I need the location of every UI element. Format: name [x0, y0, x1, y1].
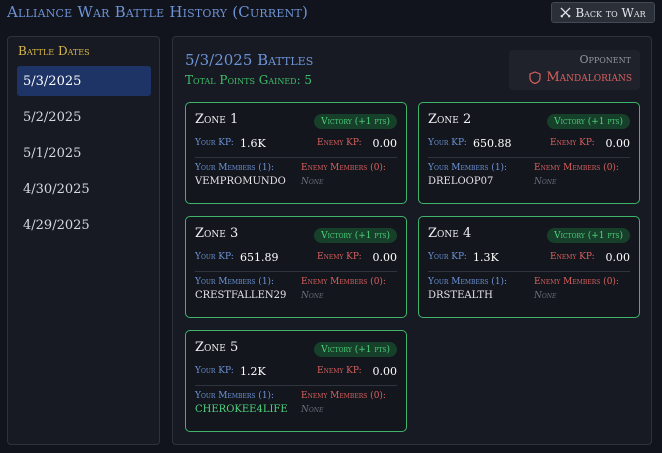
enemy-none: None	[301, 177, 324, 187]
zone-card: Zone 2 Victory (+1 pts) Your KP: 650.88 …	[418, 102, 640, 204]
victory-badge: Victory (+1 pts)	[314, 114, 397, 129]
enemy-kp-value: 0.00	[372, 251, 398, 264]
your-kp-label: Your KP:	[195, 138, 234, 148]
enemy-kp-value: 0.00	[605, 137, 631, 150]
zone-card: Zone 4 Victory (+1 pts) Your KP: 1.3K En…	[418, 216, 640, 318]
opponent-label: Opponent	[579, 53, 631, 66]
your-kp-value: 1.2K	[240, 365, 266, 378]
your-members-label: Your Members (1):	[428, 277, 508, 287]
your-kp-label: Your KP:	[428, 252, 467, 262]
your-members-label: Your Members (1):	[428, 163, 508, 173]
member-name: DRELOOP07	[428, 176, 494, 187]
enemy-kp-value: 0.00	[372, 137, 398, 150]
enemy-kp-value: 0.00	[372, 365, 398, 378]
enemy-none: None	[301, 291, 324, 301]
member-name: VEMPROMUNDO	[195, 176, 286, 187]
member-name: CHEROKEE4LIFE	[195, 404, 288, 415]
kp-row: Your KP: 1.6K Enemy KP: 0.00	[195, 137, 397, 151]
divider	[195, 385, 397, 386]
enemy-kp-label: Enemy KP:	[550, 252, 595, 262]
your-kp-value: 1.6K	[240, 137, 266, 150]
enemy-kp-label: Enemy KP:	[317, 252, 362, 262]
date-label: 4/29/2025	[23, 217, 90, 233]
enemy-none: None	[534, 291, 557, 301]
zone-title: Zone 4	[428, 226, 472, 241]
zone-title: Zone 5	[195, 340, 239, 355]
date-item-5-3-2025[interactable]: 5/3/2025	[17, 66, 151, 96]
your-kp-value: 650.88	[473, 137, 512, 150]
member-name: CRESTFALLEN29	[195, 290, 287, 301]
date-item-4-30-2025[interactable]: 4/30/2025	[17, 174, 151, 204]
date-label: 5/3/2025	[23, 73, 82, 89]
divider	[195, 271, 397, 272]
victory-badge: Victory (+1 pts)	[547, 228, 630, 243]
back-to-war-label: Back to War	[575, 5, 646, 20]
your-members-label: Your Members (1):	[195, 277, 275, 287]
battles-panel: 5/3/2025 Battles Total Points Gained: 5 …	[172, 36, 652, 445]
divider	[195, 157, 397, 158]
your-kp-value: 651.89	[240, 251, 279, 264]
your-kp-label: Your KP:	[195, 366, 234, 376]
date-label: 5/2/2025	[23, 109, 82, 125]
enemy-kp-label: Enemy KP:	[550, 138, 595, 148]
date-label: 5/1/2025	[23, 145, 82, 161]
page-title: Alliance War Battle History (Current)	[7, 3, 309, 21]
zone-title: Zone 2	[428, 112, 472, 127]
date-item-4-29-2025[interactable]: 4/29/2025	[17, 210, 151, 240]
date-item-5-2-2025[interactable]: 5/2/2025	[17, 102, 151, 132]
member-name: DRSTEALTH	[428, 290, 493, 301]
enemy-members-label: Enemy Members (0):	[301, 391, 386, 401]
victory-badge: Victory (+1 pts)	[314, 228, 397, 243]
opponent-name-row: Mandalorians	[529, 70, 632, 85]
kp-row: Your KP: 651.89 Enemy KP: 0.00	[195, 251, 397, 265]
sidebar-title: Battle Dates	[18, 44, 90, 58]
your-kp-value: 1.3K	[473, 251, 499, 264]
enemy-kp-label: Enemy KP:	[317, 138, 362, 148]
total-points: Total Points Gained: 5	[185, 73, 313, 87]
your-kp-label: Your KP:	[195, 252, 234, 262]
zone-card: Zone 5 Victory (+1 pts) Your KP: 1.2K En…	[185, 330, 407, 432]
your-members-label: Your Members (1):	[195, 391, 275, 401]
enemy-members-label: Enemy Members (0):	[301, 163, 386, 173]
date-item-5-1-2025[interactable]: 5/1/2025	[17, 138, 151, 168]
victory-badge: Victory (+1 pts)	[314, 342, 397, 357]
enemy-none: None	[534, 177, 557, 187]
your-members-label: Your Members (1):	[195, 163, 275, 173]
zone-card: Zone 3 Victory (+1 pts) Your KP: 651.89 …	[185, 216, 407, 318]
crossed-swords-icon	[560, 7, 571, 18]
kp-row: Your KP: 1.3K Enemy KP: 0.00	[428, 251, 630, 265]
enemy-none: None	[301, 405, 324, 415]
date-label: 4/30/2025	[23, 181, 90, 197]
shield-icon	[529, 71, 541, 84]
header: Alliance War Battle History (Current) Ba…	[0, 0, 662, 28]
back-to-war-button[interactable]: Back to War	[551, 2, 655, 23]
victory-badge: Victory (+1 pts)	[547, 114, 630, 129]
zone-card: Zone 1 Victory (+1 pts) Your KP: 1.6K En…	[185, 102, 407, 204]
enemy-members-label: Enemy Members (0):	[534, 277, 619, 287]
opponent-name: Mandalorians	[546, 70, 632, 85]
enemy-kp-value: 0.00	[605, 251, 631, 264]
zone-title: Zone 1	[195, 112, 239, 127]
battles-title: 5/3/2025 Battles	[185, 51, 314, 69]
kp-row: Your KP: 650.88 Enemy KP: 0.00	[428, 137, 630, 151]
divider	[428, 157, 630, 158]
opponent-box: Opponent Mandalorians	[509, 50, 640, 90]
divider	[428, 271, 630, 272]
enemy-members-label: Enemy Members (0):	[301, 277, 386, 287]
sidebar: Battle Dates 5/3/2025 5/2/2025 5/1/2025 …	[7, 36, 160, 445]
your-kp-label: Your KP:	[428, 138, 467, 148]
zone-title: Zone 3	[195, 226, 239, 241]
enemy-members-label: Enemy Members (0):	[534, 163, 619, 173]
enemy-kp-label: Enemy KP:	[317, 366, 362, 376]
kp-row: Your KP: 1.2K Enemy KP: 0.00	[195, 365, 397, 379]
